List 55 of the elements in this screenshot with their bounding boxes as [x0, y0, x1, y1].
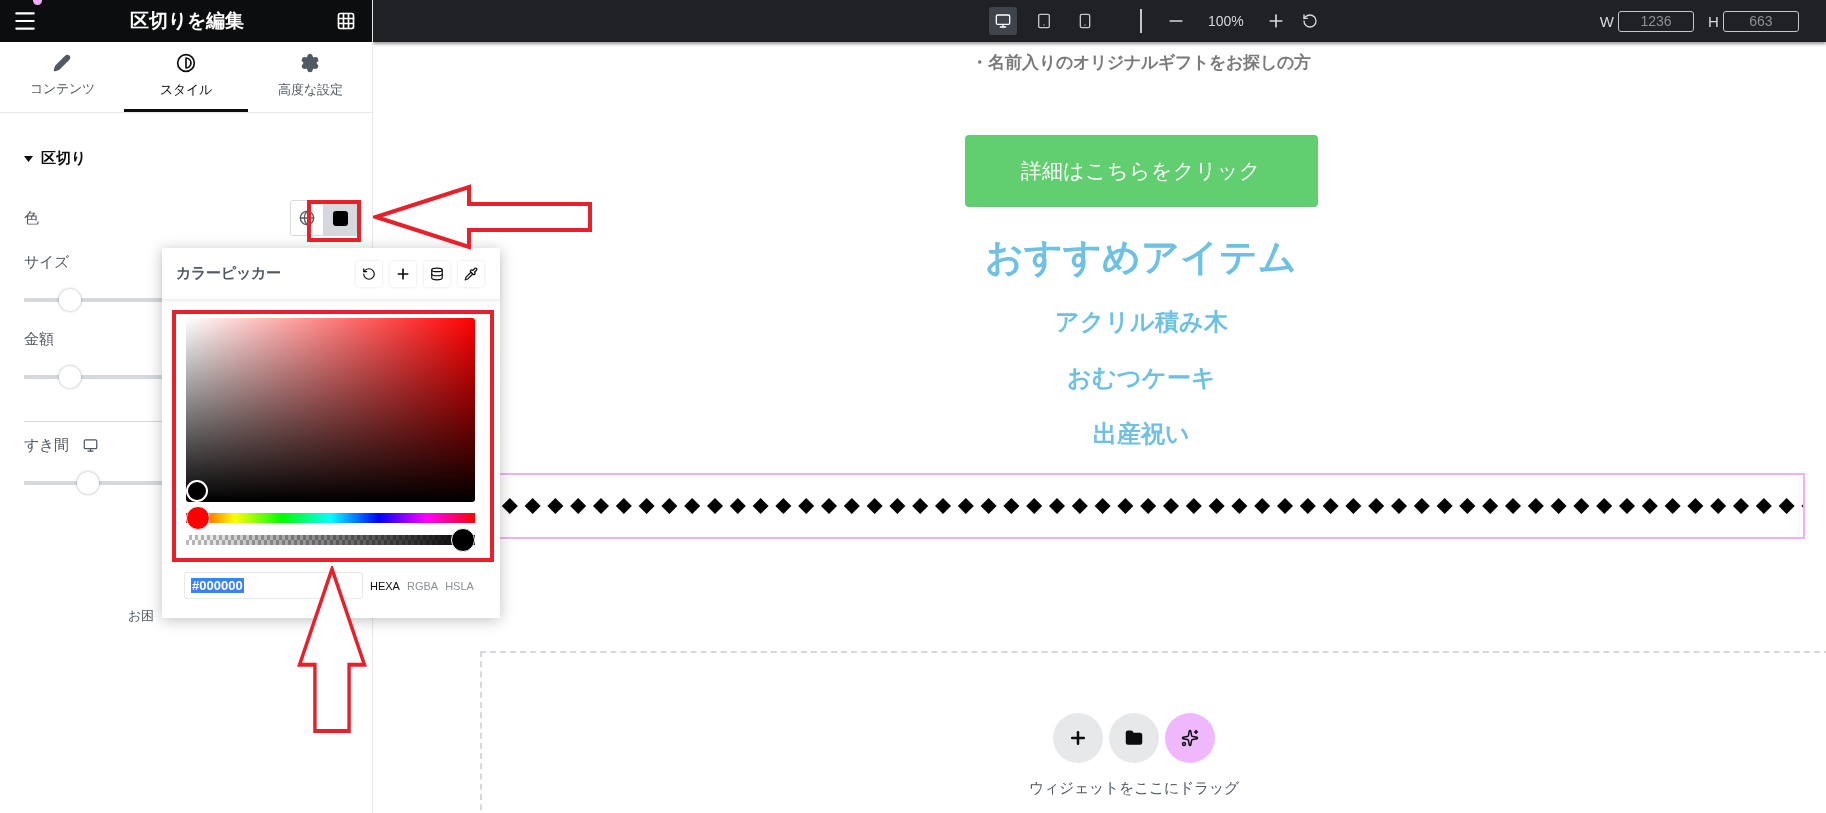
gear-icon: [300, 52, 320, 73]
sparkle-button[interactable]: [1165, 713, 1215, 763]
slider-thumb[interactable]: [59, 366, 81, 388]
folder-button[interactable]: [1109, 713, 1159, 763]
eyedropper-icon: [464, 266, 478, 281]
monitor-icon[interactable]: [83, 438, 98, 453]
format-option[interactable]: HEXA: [370, 579, 400, 592]
section-heading: おすすめアイテム: [985, 235, 1297, 280]
database-button[interactable]: [424, 260, 450, 287]
highlight-frame: [307, 200, 361, 242]
caret-icon: [24, 155, 33, 162]
desktop-view-button[interactable]: [989, 7, 1017, 35]
width-field[interactable]: 1236: [1618, 10, 1694, 32]
control-label: すき間: [24, 436, 69, 455]
slider-thumb[interactable]: [59, 289, 81, 311]
help-text: お困: [128, 607, 155, 625]
panel-tab[interactable]: コンテンツ: [0, 42, 124, 112]
panel-tab[interactable]: スタイル: [124, 42, 248, 112]
panel-tab[interactable]: 高度な設定: [248, 42, 372, 112]
add-color-button[interactable]: [390, 260, 416, 287]
control-label: 色: [24, 208, 39, 228]
database-icon: [430, 266, 444, 281]
saturation-area[interactable]: [186, 318, 475, 502]
reset-icon[interactable]: [1301, 13, 1318, 29]
format-option[interactable]: RGBA: [406, 579, 439, 592]
add-button[interactable]: [1053, 713, 1103, 763]
eyedropper-button[interactable]: [458, 260, 484, 287]
popover-title: カラーピッカー: [176, 264, 281, 283]
reset-icon: [362, 266, 376, 281]
reset-button[interactable]: [356, 260, 382, 287]
pencil-icon: [53, 53, 71, 72]
control-label: 金額: [24, 330, 54, 349]
plus-icon: [1068, 728, 1088, 748]
hue-thumb[interactable]: [186, 506, 210, 530]
slider-thumb[interactable]: [77, 472, 100, 494]
width-label: W: [1599, 12, 1614, 30]
section-header[interactable]: 区切り: [24, 149, 348, 168]
format-option[interactable]: HSLA: [445, 579, 474, 592]
folder-icon: [1125, 729, 1143, 747]
saturation-thumb[interactable]: [186, 480, 208, 502]
zoom-level: 100%: [1208, 13, 1244, 29]
height-label: H: [1708, 12, 1719, 30]
drop-hint: ウィジェットをここにドラッグ: [1029, 779, 1239, 798]
grid-icon[interactable]: [336, 11, 356, 31]
contrast-icon: [176, 52, 196, 73]
control-label: サイズ: [24, 253, 69, 272]
monitor-icon: [995, 12, 1011, 30]
globe-icon: [299, 210, 315, 226]
alpha-thumb[interactable]: [451, 528, 475, 552]
smartphone-icon: [1077, 12, 1093, 30]
sparkles-icon: [1181, 729, 1199, 747]
tablet-icon: [1036, 12, 1052, 30]
panel-title: 区切りを編集: [130, 9, 244, 33]
note-text: ・名前入りのオリジナルギフトをお探しの方: [971, 53, 1311, 73]
height-field[interactable]: 663: [1722, 10, 1799, 32]
